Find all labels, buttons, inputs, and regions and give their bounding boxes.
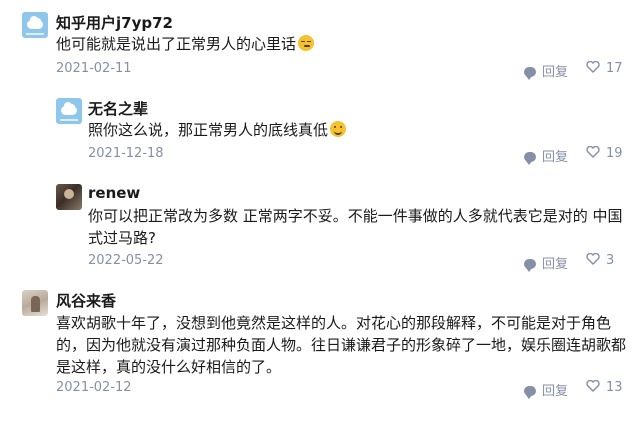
sly-face-emoji-icon (298, 35, 315, 51)
like-button[interactable]: 13 (586, 380, 623, 395)
comment-text: 喜欢胡歌十年了，没想到他竟然是这样的人。对花心的那段解释，不可能是对于角色 的，… (56, 312, 626, 378)
comment-text: 照你这么说，那正常男人的底线真低 (88, 119, 347, 141)
comment-text: 你可以把正常改为多数 正常两字不妥。不能一件事做的人多就代表它是对的 中国 式过… (88, 205, 623, 249)
smile-face-emoji-icon (330, 121, 347, 137)
like-count: 17 (606, 61, 623, 76)
chat-bubble-icon (524, 67, 536, 80)
reply-label: 回复 (542, 65, 569, 80)
comment-text-content: 他可能就是说出了正常男人的心里话 (56, 35, 297, 53)
chat-bubble-icon (524, 152, 536, 165)
comment-text-line: 是这样，真的没什么好相信的了。 (56, 358, 282, 376)
like-button[interactable]: 17 (586, 61, 623, 76)
chat-bubble-icon (524, 259, 536, 272)
heart-icon (586, 253, 600, 265)
reply-label: 回复 (542, 150, 569, 165)
reply-button[interactable]: 回复 (524, 253, 568, 272)
comment-date: 2021-02-12 (56, 380, 132, 395)
heart-icon (586, 380, 600, 392)
like-count: 19 (606, 146, 623, 161)
comment-text: 他可能就是说出了正常男人的心里话 (56, 33, 315, 55)
like-count: 13 (606, 380, 623, 395)
comment-date: 2021-12-18 (88, 146, 164, 161)
comment-username[interactable]: renew (88, 184, 140, 202)
comment-text-line: 的，因为他就没有演过那种负面人物。往日谦谦君子的形象碎了一地，娱乐圈连胡歌都 (56, 336, 627, 354)
reply-label: 回复 (542, 384, 569, 399)
like-count: 3 (606, 253, 615, 268)
comment-text-line: 喜欢胡歌十年了，没想到他竟然是这样的人。对花心的那段解释，不可能是对于角色 (56, 314, 612, 332)
reply-button[interactable]: 回复 (524, 61, 568, 80)
avatar[interactable] (56, 98, 82, 124)
comment-username[interactable]: 知乎用户j7yp72 (56, 12, 173, 33)
avatar[interactable] (56, 184, 82, 210)
avatar[interactable] (22, 12, 48, 38)
heart-icon (586, 61, 600, 73)
comment-text-content: 照你这么说，那正常男人的底线真低 (88, 121, 329, 139)
chat-bubble-icon (524, 386, 536, 399)
like-button[interactable]: 19 (586, 146, 623, 161)
like-button[interactable]: 3 (586, 253, 614, 268)
comment-date: 2021-02-11 (56, 61, 132, 76)
comment-list: 知乎用户j7yp72 他可能就是说出了正常男人的心里话 2021-02-11 回… (0, 0, 640, 421)
comment-text-line: 式过马路? (88, 229, 156, 247)
reply-button[interactable]: 回复 (524, 380, 568, 399)
comment-username[interactable]: 无名之辈 (88, 98, 148, 119)
reply-button[interactable]: 回复 (524, 146, 568, 165)
heart-icon (586, 146, 600, 158)
comment-text-line: 你可以把正常改为多数 正常两字不妥。不能一件事做的人多就代表它是对的 中国 (88, 207, 623, 225)
comment-date: 2022-05-22 (88, 253, 164, 268)
comment-username[interactable]: 风谷来香 (56, 290, 116, 311)
reply-label: 回复 (542, 257, 569, 272)
avatar[interactable] (22, 290, 48, 316)
